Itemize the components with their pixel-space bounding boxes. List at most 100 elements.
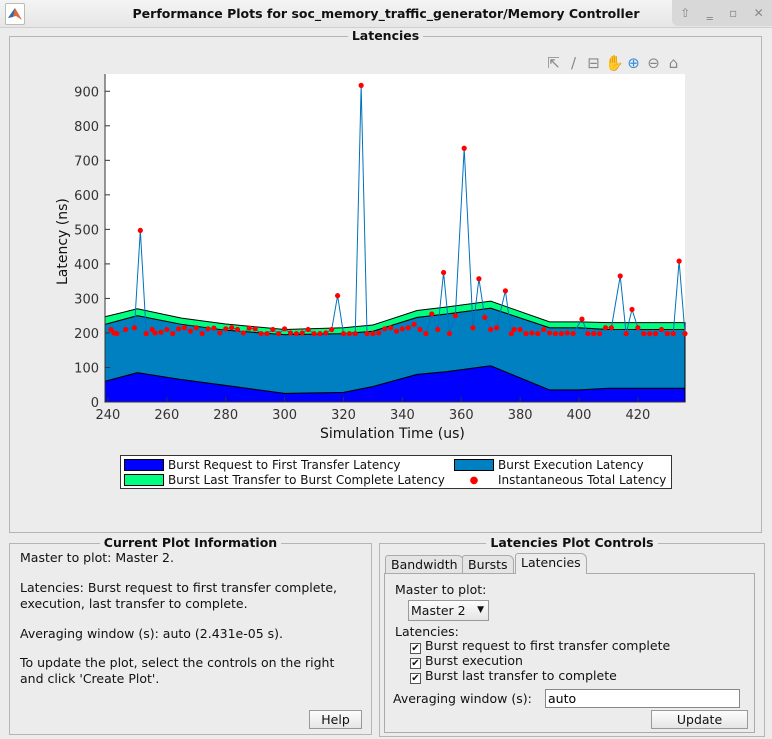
data-point bbox=[452, 313, 458, 319]
data-point bbox=[435, 326, 441, 333]
y-tick-label: 100 bbox=[74, 361, 99, 376]
x-tick-label: 380 bbox=[508, 408, 533, 423]
legend-label: Instantaneous Total Latency bbox=[498, 473, 667, 487]
info-line: Master to plot: Master 2. bbox=[20, 550, 174, 565]
data-point bbox=[488, 326, 494, 333]
data-point bbox=[635, 325, 641, 331]
data-point bbox=[602, 325, 609, 331]
data-point bbox=[417, 326, 423, 333]
data-point bbox=[199, 331, 205, 337]
y-tick-label: 500 bbox=[74, 223, 99, 238]
data-point bbox=[305, 326, 311, 333]
data-point bbox=[193, 325, 199, 331]
data-point bbox=[529, 330, 535, 336]
legend-swatch bbox=[124, 459, 164, 471]
data-point bbox=[470, 325, 476, 331]
data-point bbox=[429, 311, 435, 317]
update-button[interactable]: Update bbox=[651, 710, 748, 729]
data-point bbox=[164, 326, 170, 333]
data-point bbox=[281, 326, 288, 332]
checkbox-request[interactable]: ✔ Burst request to first transfer complet… bbox=[410, 638, 670, 654]
x-tick-label: 340 bbox=[390, 408, 415, 423]
data-point bbox=[541, 326, 547, 333]
legend-marker-icon: ● bbox=[469, 474, 479, 486]
y-tick-label: 700 bbox=[74, 154, 99, 169]
data-point bbox=[440, 269, 447, 276]
data-point bbox=[597, 331, 603, 337]
data-point bbox=[293, 331, 299, 337]
data-point bbox=[152, 330, 158, 336]
data-point bbox=[411, 321, 417, 327]
data-point bbox=[461, 145, 467, 151]
master-label: Master to plot: bbox=[395, 582, 487, 597]
y-tick-label: 900 bbox=[74, 85, 99, 100]
data-point bbox=[364, 331, 370, 337]
data-point bbox=[446, 331, 453, 337]
data-point bbox=[493, 325, 500, 331]
data-point bbox=[546, 330, 553, 336]
legend-swatch bbox=[454, 459, 494, 471]
data-point bbox=[187, 328, 193, 334]
tab-bandwidth[interactable]: Bandwidth bbox=[385, 555, 464, 574]
data-point bbox=[158, 329, 164, 335]
info-line: To update the plot, select the controls … bbox=[20, 655, 335, 670]
data-point bbox=[423, 331, 429, 337]
data-point bbox=[682, 331, 688, 337]
data-point bbox=[123, 326, 129, 333]
info-line: Averaging window (s): auto (2.431e-05 s)… bbox=[20, 626, 284, 641]
data-point bbox=[276, 331, 282, 337]
data-point bbox=[647, 331, 653, 337]
data-point bbox=[246, 325, 252, 331]
averaging-window-input[interactable] bbox=[545, 689, 740, 708]
x-tick-label: 320 bbox=[331, 408, 356, 423]
data-point bbox=[558, 331, 564, 337]
x-axis-label: Simulation Time (us) bbox=[320, 426, 465, 442]
data-point bbox=[585, 331, 591, 337]
data-point bbox=[382, 326, 388, 332]
y-tick-label: 0 bbox=[91, 396, 99, 411]
data-point bbox=[358, 82, 364, 88]
data-point bbox=[502, 288, 509, 294]
data-point bbox=[370, 331, 376, 337]
data-point bbox=[617, 273, 623, 279]
data-point bbox=[535, 331, 541, 337]
data-point bbox=[664, 331, 670, 337]
data-point bbox=[623, 331, 629, 337]
master-value: Master 2 bbox=[411, 603, 466, 618]
y-axis-label: Latency (ns) bbox=[55, 198, 71, 285]
legend-label: Burst Last Transfer to Burst Complete La… bbox=[168, 473, 445, 487]
legend-swatch bbox=[124, 474, 164, 486]
data-point bbox=[299, 330, 305, 336]
checkbox-label: Burst last transfer to complete bbox=[425, 668, 617, 683]
data-point bbox=[346, 331, 352, 337]
chart-legend: Burst Request to First Transfer Latency … bbox=[120, 455, 672, 489]
checkbox-checked-icon[interactable]: ✔ bbox=[410, 673, 421, 684]
data-point bbox=[258, 331, 264, 337]
data-point bbox=[181, 325, 188, 331]
y-tick-label: 600 bbox=[74, 189, 99, 204]
info-line: Latencies: Burst request to first transf… bbox=[20, 580, 338, 595]
x-tick-label: 420 bbox=[625, 408, 650, 423]
tab-latencies[interactable]: Latencies bbox=[515, 553, 587, 574]
y-tick-label: 200 bbox=[74, 327, 99, 342]
data-point bbox=[131, 325, 138, 331]
x-tick-label: 280 bbox=[213, 408, 238, 423]
tab-bursts[interactable]: Bursts bbox=[462, 555, 514, 574]
data-point bbox=[252, 326, 258, 332]
chevron-down-icon: ▼ bbox=[477, 605, 484, 615]
data-point bbox=[223, 326, 229, 332]
data-point bbox=[143, 331, 149, 337]
legend-label: Burst Request to First Transfer Latency bbox=[168, 458, 401, 472]
help-button[interactable]: Help bbox=[309, 710, 362, 729]
averaging-label: Averaging window (s): bbox=[393, 691, 532, 706]
data-point bbox=[591, 331, 597, 337]
checkbox-execution[interactable]: ✔ Burst execution bbox=[410, 653, 523, 669]
data-point bbox=[114, 331, 120, 337]
data-point bbox=[405, 325, 411, 331]
latency-chart[interactable]: 240 260 280 300 320 340 360 380 400 420 0 100 200 300… bbox=[0, 0, 772, 450]
data-point bbox=[287, 330, 294, 336]
checkbox-last-transfer[interactable]: ✔ Burst last transfer to complete bbox=[410, 668, 617, 684]
x-tick-label: 300 bbox=[272, 408, 297, 423]
master-dropdown[interactable]: Master 2 ▼ bbox=[408, 600, 489, 621]
y-tick-label: 800 bbox=[74, 120, 99, 135]
